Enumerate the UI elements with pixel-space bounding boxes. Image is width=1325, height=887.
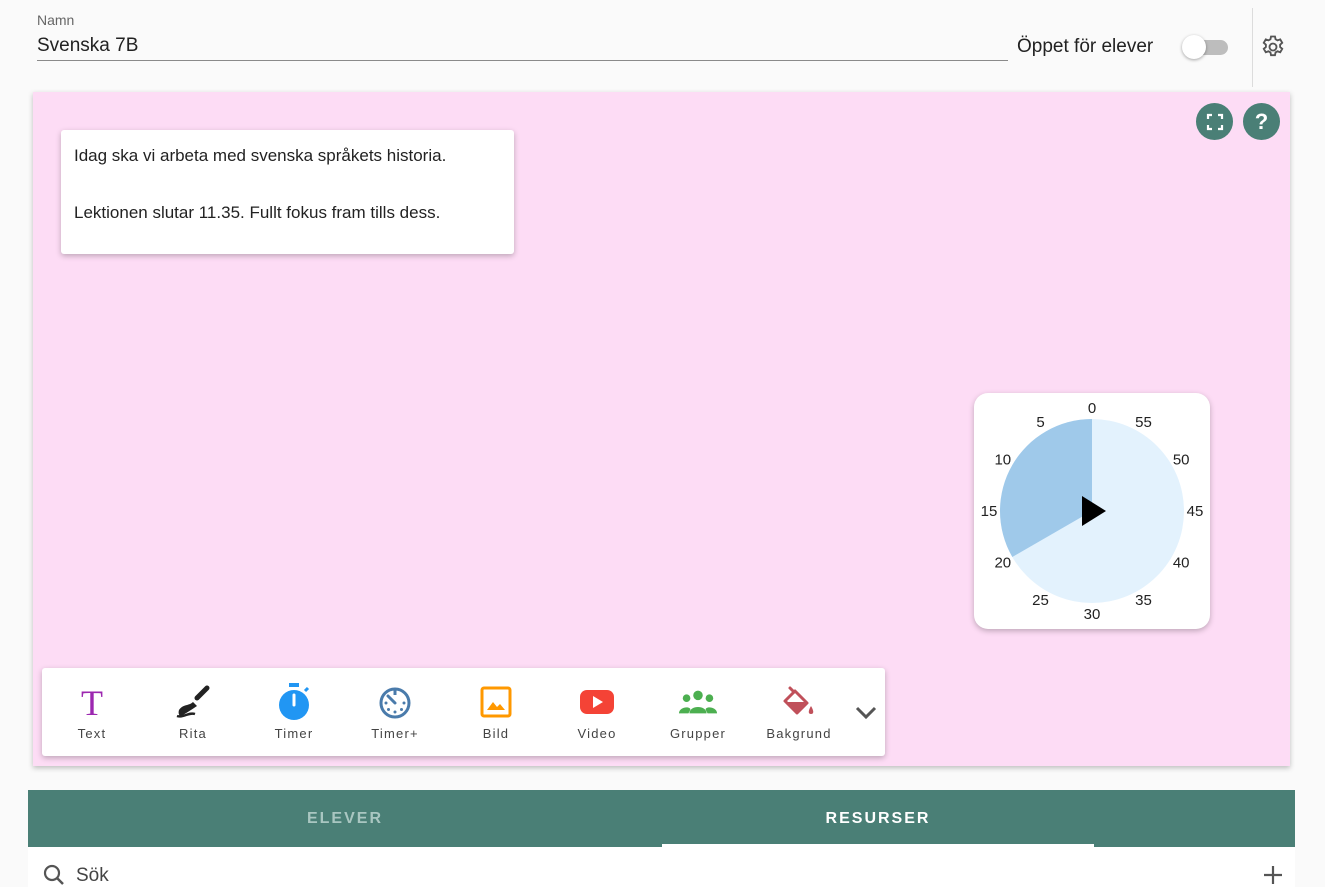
note-line-2: Lektionen slutar 11.35. Fullt fokus fram… [74,203,441,222]
dial-number: 40 [1173,555,1190,572]
tool-groups[interactable]: Grupper [648,668,748,756]
tool-timer-plus[interactable]: Timer+ [345,668,445,756]
help-label: ? [1254,108,1269,134]
tool-label: Text [77,726,107,741]
add-icon[interactable] [1262,864,1284,886]
open-for-students-label: Öppet för elever [1017,36,1154,57]
tool-label: Bakgrund [766,726,832,741]
tool-label: Timer+ [371,726,419,741]
fullscreen-button[interactable] [1196,103,1233,140]
tab-elever[interactable]: ELEVER [28,790,662,847]
help-button[interactable]: ? [1243,103,1280,140]
dial-number: 50 [1173,452,1190,469]
tool-timer[interactable]: Timer [244,668,344,756]
dial-number: 30 [1084,606,1101,623]
dial-number: 0 [1088,400,1096,417]
search-icon [43,864,65,886]
dial-number: 15 [981,503,998,520]
open-for-students-toggle[interactable] [1182,35,1230,59]
timer-plus-icon [375,682,415,722]
svg-text:T: T [81,685,103,719]
tab-label: ELEVER [306,809,383,827]
tool-label: Timer [274,726,314,741]
tab-resurser[interactable]: RESURSER [662,790,1094,847]
tool-label: Bild [482,726,510,741]
tool-background[interactable]: Bakgrund [749,668,849,756]
tab-label: RESURSER [825,809,931,827]
tool-label: Video [577,726,617,741]
dial-number: 35 [1135,592,1152,609]
name-value[interactable]: Svenska 7B [37,35,138,57]
brush-icon [173,682,213,722]
dial-number: 45 [1187,503,1204,520]
tool-toolbar: T Text Rita Timer Timer+ Bild Video Grup… [42,668,885,756]
search-input[interactable] [76,865,676,887]
dial-number: 25 [1032,592,1049,609]
dial-number: 10 [994,452,1011,469]
note-line-1: Idag ska vi arbeta med svenska språkets … [74,146,447,165]
search-bar [28,847,1295,887]
groups-icon [678,682,718,722]
tool-video[interactable]: Video [547,668,647,756]
youtube-icon [577,682,617,722]
timer-widget[interactable]: 0 5 10 15 20 25 30 35 40 45 50 55 [974,393,1210,629]
chevron-down-icon[interactable] [852,698,880,726]
toggle-thumb [1182,35,1206,59]
name-label: Namn [37,12,75,28]
tool-label: Rita [179,726,207,741]
header-divider [1252,8,1253,87]
bottom-tabs: ELEVER RESURSER [28,790,1295,847]
fullscreen-icon [1206,113,1223,130]
dial-number: 20 [994,555,1011,572]
timer-icon [274,682,314,722]
gear-icon[interactable] [1259,33,1287,61]
text-icon: T [72,682,112,722]
image-icon [476,682,516,722]
text-note[interactable]: Idag ska vi arbeta med svenska språkets … [61,130,514,254]
tool-text[interactable]: T Text [42,668,142,756]
paint-bucket-icon [779,682,819,722]
dial-number: 55 [1135,414,1152,431]
name-field[interactable]: Namn Svenska 7B [37,12,1008,61]
timer-dial: 0 5 10 15 20 25 30 35 40 45 50 55 [981,400,1204,623]
dial-number: 5 [1036,414,1044,431]
tool-draw[interactable]: Rita [143,668,243,756]
board[interactable]: ? Idag ska vi arbeta med svenska språket… [33,92,1290,766]
tool-image[interactable]: Bild [446,668,546,756]
tool-label: Grupper [669,726,727,741]
